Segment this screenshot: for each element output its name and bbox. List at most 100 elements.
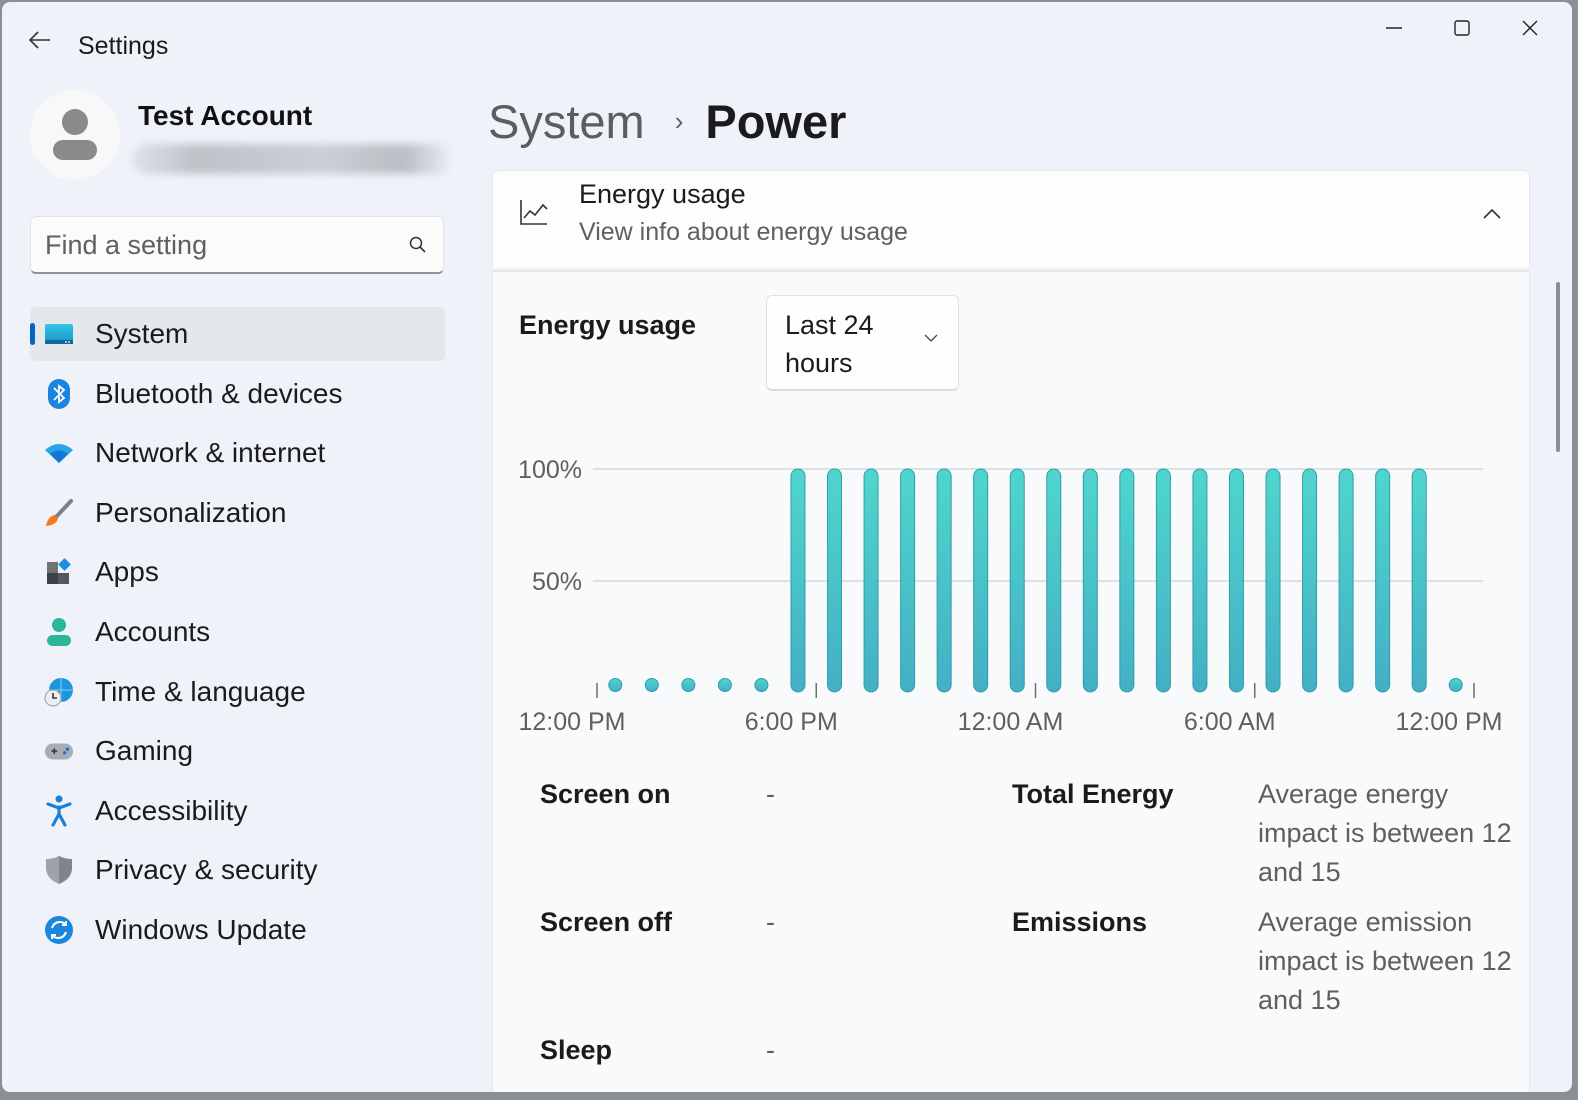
x-tick-label: 12:00 PM	[1395, 708, 1502, 736]
bar-6-pm[interactable]	[790, 468, 806, 693]
bar-8-am[interactable]	[1302, 468, 1318, 693]
scrollbar[interactable]	[1556, 282, 1560, 452]
line-chart-icon	[520, 200, 548, 225]
active-indicator	[30, 323, 35, 345]
sleep-value: -	[766, 1035, 775, 1065]
system-monitor-icon	[44, 319, 74, 349]
minimize-button[interactable]	[1364, 10, 1424, 46]
sidebar-nav: System Bluetooth & devices Network & int…	[30, 307, 445, 963]
bar-2-am[interactable]	[1082, 468, 1098, 693]
app-title: Settings	[78, 32, 169, 60]
chevron-up-icon	[1483, 208, 1501, 219]
energy-usage-content: Energy usage Last 24 hours 100% 50% 12:00…	[492, 270, 1530, 1092]
account-icon	[44, 617, 74, 647]
sidebar-item-time-language[interactable]: Time & language	[30, 665, 445, 719]
account-email-redacted	[132, 144, 452, 174]
maximize-icon	[1454, 20, 1470, 36]
sidebar-item-bluetooth[interactable]: Bluetooth & devices	[30, 367, 445, 421]
bar-4-pm[interactable]	[717, 678, 732, 692]
collapse-button[interactable]	[1477, 199, 1507, 229]
screen-off-label: Screen off	[540, 907, 673, 937]
bar-1-am[interactable]	[1046, 468, 1062, 693]
x-tick-label: 6:00 PM	[745, 708, 838, 736]
bar-1-pm[interactable]	[608, 678, 623, 692]
settings-window: Settings Test Account System Bluetooth	[2, 2, 1572, 1092]
x-tick-label: 12:00 PM	[518, 708, 625, 736]
sidebar-item-system[interactable]: System	[30, 307, 445, 361]
bar-2-pm[interactable]	[644, 678, 659, 692]
globe-clock-icon	[44, 677, 74, 707]
sidebar-item-label: System	[95, 318, 189, 349]
chevron-right-icon: ›	[674, 106, 684, 136]
bar-3-pm[interactable]	[681, 678, 696, 692]
sidebar-item-label: Privacy & security	[95, 854, 318, 886]
bar-4-am[interactable]	[1155, 468, 1171, 693]
sidebar-item-privacy-security[interactable]: Privacy & security	[30, 843, 445, 897]
breadcrumb: System › Power	[488, 94, 846, 149]
energy-chart: 100% 50% 12:00 PM 6:00 PM 12:00 AM 6:00 AM 12…	[518, 456, 1502, 736]
card-title: Energy usage	[579, 179, 746, 209]
y-tick-label: 100%	[518, 456, 582, 484]
avatar[interactable]	[30, 90, 120, 180]
sidebar-item-windows-update[interactable]: Windows Update	[30, 903, 445, 957]
breadcrumb-parent[interactable]: System	[488, 94, 645, 149]
bar-7-am[interactable]	[1265, 468, 1281, 693]
sidebar-item-accessibility[interactable]: Accessibility	[30, 784, 445, 838]
total-energy-value: Average energy impact is between 12 and …	[1258, 779, 1512, 887]
person-icon	[53, 109, 97, 160]
bar-12-pm[interactable]	[1448, 678, 1463, 692]
bar-3-am[interactable]	[1119, 468, 1135, 693]
close-icon	[1522, 20, 1538, 36]
sidebar-item-apps[interactable]: Apps	[30, 545, 445, 599]
screen-off-value: -	[766, 907, 775, 937]
wifi-icon	[44, 438, 74, 468]
search-input[interactable]	[45, 225, 395, 265]
bar-9-pm[interactable]	[900, 468, 916, 693]
arrow-left-icon	[29, 31, 50, 49]
sidebar-item-label: Network & internet	[95, 437, 326, 469]
bar-5-am[interactable]	[1192, 468, 1208, 693]
search-box[interactable]	[30, 216, 444, 274]
screen-on-value: -	[766, 779, 775, 809]
total-energy-label: Total Energy	[1012, 779, 1174, 809]
account-name: Test Account	[138, 100, 313, 131]
accessibility-icon	[44, 795, 74, 827]
x-tick-label: 12:00 AM	[958, 708, 1064, 736]
apps-icon	[44, 557, 74, 587]
bar-6-am[interactable]	[1228, 468, 1244, 693]
emissions-value: Average emission impact is between 12 an…	[1258, 907, 1512, 1015]
close-button[interactable]	[1500, 10, 1560, 46]
sidebar-item-label: Apps	[95, 556, 159, 588]
x-tick-label: 6:00 AM	[1184, 708, 1276, 736]
sidebar-item-network[interactable]: Network & internet	[30, 426, 445, 480]
sidebar-item-personalization[interactable]: Personalization	[30, 486, 445, 540]
paintbrush-icon	[44, 498, 74, 528]
bar-7-pm[interactable]	[827, 468, 843, 693]
sidebar-item-label: Accounts	[95, 615, 211, 647]
sidebar-item-label: Bluetooth & devices	[95, 377, 343, 409]
bar-11-pm[interactable]	[973, 468, 989, 693]
minimize-icon	[1386, 27, 1402, 29]
sidebar-item-label: Windows Update	[95, 913, 307, 945]
sidebar-item-label: Personalization	[95, 496, 287, 528]
page-title: Power	[705, 95, 847, 148]
emissions-label: Emissions	[1012, 907, 1148, 937]
sidebar-item-label: Time & language	[95, 675, 306, 707]
back-button[interactable]	[24, 24, 56, 56]
energy-usage-header[interactable]: Energy usage View info about energy usag…	[492, 170, 1530, 268]
bar-5-pm[interactable]	[754, 678, 769, 692]
sync-icon	[44, 915, 74, 945]
search-icon[interactable]	[409, 236, 427, 254]
bar-9-am[interactable]	[1338, 468, 1354, 693]
bar-10-am[interactable]	[1375, 468, 1391, 693]
bar-12-am[interactable]	[1009, 468, 1025, 693]
bar-8-pm[interactable]	[863, 468, 879, 693]
bar-11-am[interactable]	[1411, 468, 1427, 693]
sidebar-item-label: Accessibility	[95, 794, 248, 826]
bluetooth-icon	[44, 378, 74, 409]
gamepad-icon	[44, 736, 74, 766]
bar-10-pm[interactable]	[936, 468, 952, 693]
sidebar-item-accounts[interactable]: Accounts	[30, 605, 445, 659]
sidebar-item-gaming[interactable]: Gaming	[30, 724, 445, 778]
maximize-button[interactable]	[1432, 10, 1492, 46]
